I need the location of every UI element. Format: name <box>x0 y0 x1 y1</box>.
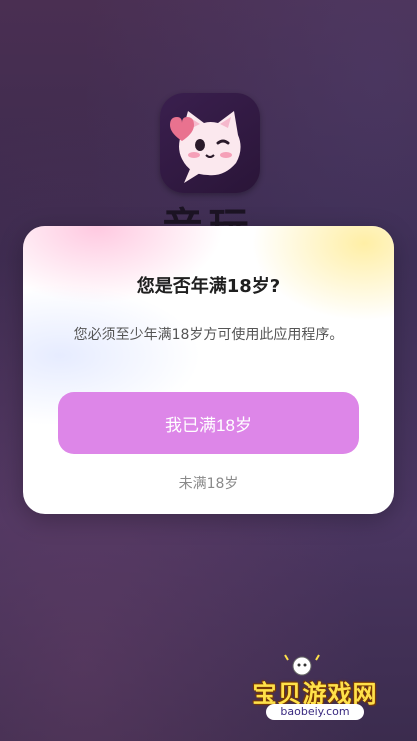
watermark-url: baobeiy.com <box>266 704 364 720</box>
decline-age-link[interactable]: 未满18岁 <box>23 473 394 493</box>
dialog-background <box>23 226 394 514</box>
dialog-title: 您是否年满18岁? <box>136 276 281 297</box>
dialog-message: 您必须至少年满18岁方可使用此应用程序。 <box>73 327 344 343</box>
confirm-age-button[interactable]: 我已满18岁 <box>58 392 359 454</box>
site-watermark: 宝贝游戏网 baobeiy.com <box>240 652 390 727</box>
cat-mascot-icon <box>160 93 260 193</box>
age-verification-dialog: 您是否年满18岁? 您必须至少年满18岁方可使用此应用程序。 我已满18岁 未满… <box>23 226 394 514</box>
